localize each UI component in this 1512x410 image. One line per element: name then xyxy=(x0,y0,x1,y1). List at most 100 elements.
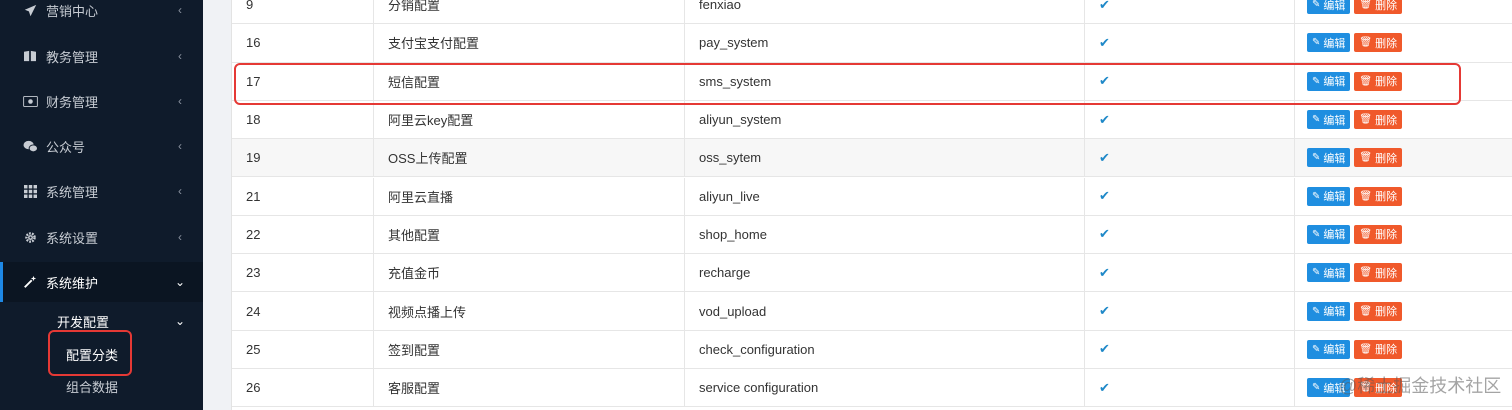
edit-button-label: 编辑 xyxy=(1323,344,1346,357)
cell-actions: ✎ 编辑 🗑 删除 xyxy=(1295,331,1512,368)
sidebar-item-system-maintenance[interactable]: 系统维护 ⌄ xyxy=(0,262,203,302)
sidebar-subitem-config-category[interactable]: 配置分类 xyxy=(0,340,203,368)
chevron-left-icon: ‹ xyxy=(178,49,182,63)
cell-name: 其他配置 xyxy=(374,215,685,254)
main-content: 9 分销配置 fenxiao ✔ ✎ 编辑 🗑 删除 16 支付宝支付配置 pay_system ✔ ✎… xyxy=(203,0,1512,410)
table-row: 26 客服配置 service configuration ✔ ✎ 编辑 🗑 删除 xyxy=(232,369,1512,408)
trash-icon: 🗑 xyxy=(1359,305,1373,317)
edit-button[interactable]: ✎ 编辑 xyxy=(1307,263,1351,283)
edit-button[interactable]: ✎ 编辑 xyxy=(1307,110,1351,130)
delete-button-label: 删除 xyxy=(1375,306,1398,319)
cell-status: ✔ xyxy=(1085,177,1295,215)
delete-button-label: 删除 xyxy=(1375,267,1398,280)
table-row: 24 视频点播上传 vod_upload ✔ ✎ 编辑 🗑 删除 xyxy=(232,292,1512,331)
cell-status: ✔ xyxy=(1085,330,1295,368)
cell-actions: ✎ 编辑 🗑 删除 xyxy=(1295,24,1512,61)
delete-button[interactable]: 🗑 删除 xyxy=(1354,148,1403,168)
pencil-icon: ✎ xyxy=(1312,228,1321,240)
delete-button[interactable]: 🗑 删除 xyxy=(1354,224,1403,244)
trash-icon: 🗑 xyxy=(1359,190,1373,202)
edit-button[interactable]: ✎ 编辑 xyxy=(1307,339,1351,359)
check-icon: ✔ xyxy=(1099,264,1110,280)
edit-button[interactable]: ✎ 编辑 xyxy=(1307,148,1351,168)
table-row: 21 阿里云直播 aliyun_live ✔ ✎ 编辑 🗑 删除 xyxy=(232,177,1512,216)
edit-button-label: 编辑 xyxy=(1323,76,1346,89)
sidebar-subitem-combined-data[interactable]: 组合数据 xyxy=(0,372,203,400)
pencil-icon: ✎ xyxy=(1312,75,1321,87)
table-row: 18 阿里云key配置 aliyun_system ✔ ✎ 编辑 🗑 删除 xyxy=(232,100,1512,140)
edit-button-label: 编辑 xyxy=(1323,114,1346,127)
delete-button[interactable]: 🗑 删除 xyxy=(1354,33,1403,53)
edit-button[interactable]: ✎ 编辑 xyxy=(1307,301,1351,321)
cell-name: OSS上传配置 xyxy=(374,139,685,177)
sidebar-item-system-management[interactable]: 系统管理 ‹ xyxy=(0,171,203,211)
pencil-icon: ✎ xyxy=(1312,37,1321,49)
cell-actions: ✎ 编辑 🗑 删除 xyxy=(1295,0,1512,23)
wechat-icon xyxy=(22,138,38,154)
check-icon: ✔ xyxy=(1099,149,1110,165)
cell-key: vod_upload xyxy=(685,292,1085,330)
delete-button[interactable]: 🗑 删除 xyxy=(1354,378,1403,398)
delete-button-label: 删除 xyxy=(1375,37,1398,50)
edit-button[interactable]: ✎ 编辑 xyxy=(1307,378,1351,398)
edit-button[interactable]: ✎ 编辑 xyxy=(1307,0,1351,15)
edit-button-label: 编辑 xyxy=(1323,152,1346,165)
sidebar-item-academic[interactable]: 教务管理 ‹ xyxy=(0,36,203,76)
delete-button[interactable]: 🗑 删除 xyxy=(1354,71,1403,91)
delete-button[interactable]: 🗑 删除 xyxy=(1354,110,1403,130)
sidebar: 营销中心 ‹ 教务管理 ‹ 财务管理 ‹ 公众号 ‹ 系统管理 ‹ 系统设置 ‹ xyxy=(0,0,203,410)
magic-wand-icon xyxy=(22,274,38,290)
sidebar-submenu-dev-config[interactable]: 开发配置 ⌄ xyxy=(0,306,203,336)
pencil-icon: ✎ xyxy=(1312,190,1321,202)
cell-status: ✔ xyxy=(1085,100,1295,139)
delete-button[interactable]: 🗑 删除 xyxy=(1354,339,1403,359)
cell-actions: ✎ 编辑 🗑 删除 xyxy=(1295,254,1512,291)
sidebar-item-marketing[interactable]: 营销中心 ‹ xyxy=(0,0,203,30)
sidebar-item-system-settings[interactable]: 系统设置 ‹ xyxy=(0,217,203,257)
delete-button-label: 删除 xyxy=(1375,152,1398,165)
edit-button[interactable]: ✎ 编辑 xyxy=(1307,33,1351,53)
sidebar-item-label: 财务管理 xyxy=(46,94,99,110)
sidebar-item-finance[interactable]: 财务管理 ‹ xyxy=(0,81,203,121)
cell-id: 16 xyxy=(232,24,374,62)
delete-button-label: 删除 xyxy=(1375,191,1398,204)
delete-button[interactable]: 🗑 删除 xyxy=(1354,301,1403,321)
cell-status: ✔ xyxy=(1085,24,1295,62)
cell-status: ✔ xyxy=(1085,139,1295,177)
edit-button-label: 编辑 xyxy=(1323,229,1346,242)
cell-key: fenxiao xyxy=(685,0,1085,24)
paper-plane-icon xyxy=(22,2,38,18)
chevron-left-icon: ‹ xyxy=(178,230,182,244)
cell-key: service configuration xyxy=(685,369,1085,407)
book-icon xyxy=(22,48,38,64)
cell-status: ✔ xyxy=(1085,62,1295,100)
delete-button[interactable]: 🗑 删除 xyxy=(1354,0,1403,15)
subitem-label: 配置分类 xyxy=(66,347,119,363)
edit-button[interactable]: ✎ 编辑 xyxy=(1307,224,1351,244)
trash-icon: 🗑 xyxy=(1359,0,1373,11)
cell-status: ✔ xyxy=(1085,292,1295,330)
edit-button[interactable]: ✎ 编辑 xyxy=(1307,71,1351,91)
gear-icon xyxy=(22,229,38,245)
cell-id: 23 xyxy=(232,254,374,292)
cell-key: aliyun_live xyxy=(685,177,1085,215)
pencil-icon: ✎ xyxy=(1312,267,1321,279)
cell-status: ✔ xyxy=(1085,215,1295,254)
cell-name: 阿里云key配置 xyxy=(374,100,685,139)
trash-icon: 🗑 xyxy=(1359,267,1373,279)
edit-button[interactable]: ✎ 编辑 xyxy=(1307,186,1351,206)
cell-name: 客服配置 xyxy=(374,369,685,407)
delete-button-label: 删除 xyxy=(1375,344,1398,357)
sidebar-item-official-account[interactable]: 公众号 ‹ xyxy=(0,126,203,166)
grid-icon xyxy=(22,183,38,199)
cell-actions: ✎ 编辑 🗑 删除 xyxy=(1295,139,1512,176)
chevron-left-icon: ‹ xyxy=(178,94,182,108)
delete-button[interactable]: 🗑 删除 xyxy=(1354,186,1403,206)
cell-name: 视频点播上传 xyxy=(374,292,685,330)
cell-key: aliyun_system xyxy=(685,100,1085,139)
delete-button[interactable]: 🗑 删除 xyxy=(1354,263,1403,283)
cell-name: 分销配置 xyxy=(374,0,685,24)
cell-actions: ✎ 编辑 🗑 删除 xyxy=(1295,216,1512,253)
cell-key: check_configuration xyxy=(685,330,1085,368)
pencil-icon: ✎ xyxy=(1312,382,1321,394)
